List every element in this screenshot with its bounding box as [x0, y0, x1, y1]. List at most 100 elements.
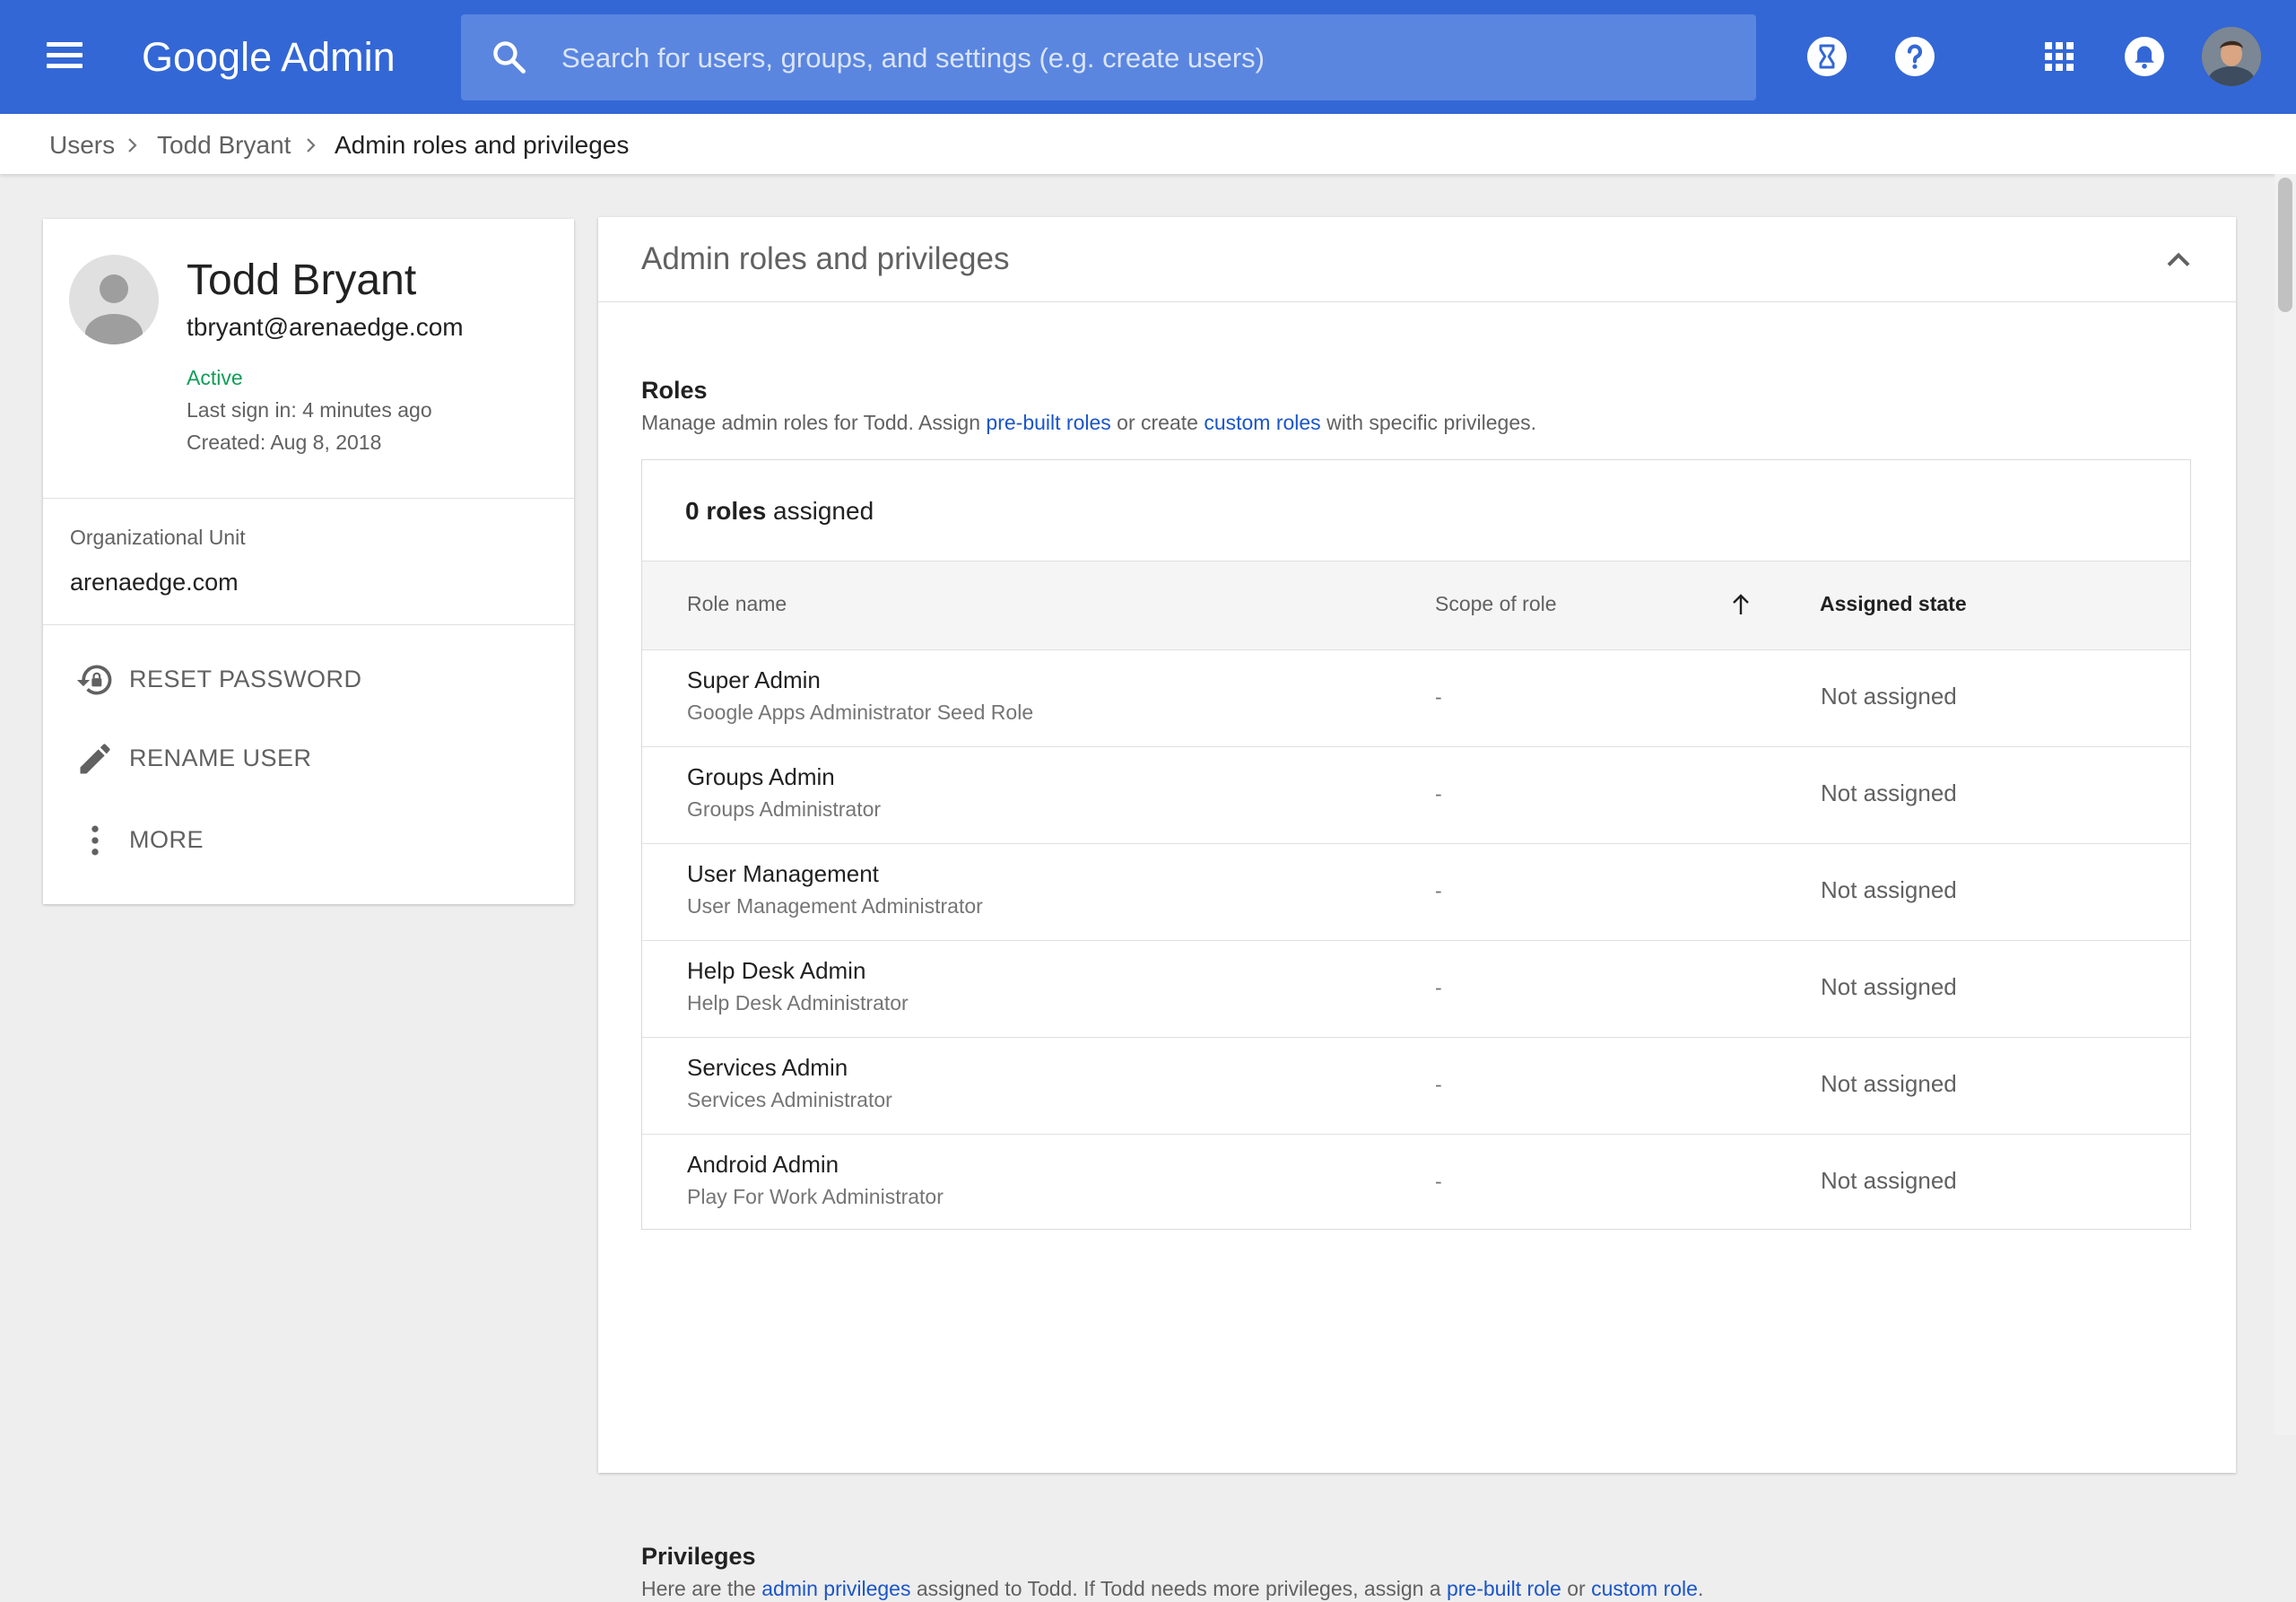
search-bar[interactable] [461, 14, 1756, 102]
user-avatar-placeholder [69, 255, 159, 344]
role-description: Google Apps Administrator Seed Role [687, 701, 1034, 724]
role-description: Groups Administrator [687, 797, 882, 821]
custom-roles-link[interactable]: custom roles [1204, 411, 1320, 434]
role-description: Services Administrator [687, 1088, 892, 1111]
search-input[interactable] [560, 14, 1729, 102]
roles-desc-text: Manage admin roles for Todd. Assign [641, 411, 987, 434]
role-assigned-state: Not assigned [1821, 779, 1957, 806]
scrollbar-thumb[interactable] [2278, 178, 2292, 312]
roles-table: 0 roles assigned Role name Scope of role… [641, 459, 2191, 1230]
role-name: Services Admin [687, 1054, 848, 1081]
role-name: Super Admin [687, 666, 821, 693]
top-app-bar: Google Admin [0, 0, 2296, 114]
privileges-desc-text: or [1561, 1577, 1592, 1600]
custom-role-link[interactable]: custom role [1591, 1577, 1698, 1600]
privileges-section-description: Here are the admin privileges assigned t… [641, 1575, 1703, 1602]
breadcrumb-current: Admin roles and privileges [335, 131, 630, 159]
role-assigned-state: Not assigned [1821, 876, 1957, 903]
table-header: Role name Scope of role Assigned state [642, 561, 2190, 650]
divider [43, 498, 574, 499]
divider [43, 624, 574, 625]
roles-count: 0 roles assigned [685, 496, 874, 527]
rename-user-button[interactable]: RENAME USER [43, 723, 574, 795]
help-icon[interactable] [1893, 35, 1936, 78]
lock-reset-icon [76, 665, 112, 695]
role-assigned-state: Not assigned [1821, 683, 1957, 710]
arrow-up-icon[interactable] [1729, 592, 1752, 617]
role-name: User Management [687, 860, 879, 887]
privileges-desc-text: Here are the [641, 1577, 762, 1600]
org-unit-value: arenaedge.com [70, 569, 239, 596]
admin-privileges-link[interactable]: admin privileges [761, 1577, 910, 1600]
privileges-desc-text: . [1697, 1577, 1704, 1600]
column-header-assigned-state[interactable]: Assigned state [1820, 590, 1967, 617]
reset-password-button[interactable]: RESET PASSWORD [43, 644, 574, 716]
privileges-section-title: Privileges [641, 1543, 756, 1570]
role-description: Help Desk Administrator [687, 991, 909, 1014]
breadcrumb-users[interactable]: Users [49, 130, 115, 161]
role-description: User Management Administrator [687, 894, 983, 918]
table-row[interactable]: Android Admin Play For Work Administrato… [642, 1134, 2190, 1231]
roles-count-number: 0 roles [685, 497, 767, 525]
column-header-scope[interactable]: Scope of role [1435, 590, 1557, 617]
search-icon[interactable] [490, 38, 529, 77]
reset-password-label: RESET PASSWORD [129, 666, 362, 692]
role-assigned-state: Not assigned [1821, 973, 1957, 1000]
role-scope: - [1435, 879, 1442, 902]
page-scrollbar[interactable] [2274, 174, 2296, 1435]
table-row[interactable]: Help Desk Admin Help Desk Administrator … [642, 940, 2190, 1038]
role-name: Android Admin [687, 1151, 839, 1178]
more-label: MORE [129, 826, 204, 853]
table-row[interactable]: User Management User Management Administ… [642, 843, 2190, 941]
role-scope: - [1435, 976, 1442, 999]
role-name: Groups Admin [687, 763, 835, 790]
apps-grid-icon[interactable] [2038, 35, 2081, 78]
more-button[interactable]: MORE [43, 805, 574, 876]
role-assigned-state: Not assigned [1821, 1070, 1957, 1097]
pre-built-roles-link[interactable]: pre-built roles [986, 411, 1110, 434]
roles-desc-text: or create [1110, 411, 1205, 434]
table-row[interactable]: Super Admin Google Apps Administrator Se… [642, 649, 2190, 747]
panel-title: Admin roles and privileges [641, 241, 1010, 276]
role-assigned-state: Not assigned [1821, 1167, 1957, 1194]
chevron-up-icon[interactable] [2159, 240, 2198, 280]
breadcrumb-user[interactable]: Todd Bryant [157, 130, 291, 161]
table-row[interactable]: Services Admin Services Administrator - … [642, 1037, 2190, 1135]
admin-roles-panel: Admin roles and privileges Roles Manage … [598, 217, 2236, 1600]
hourglass-icon[interactable] [1805, 35, 1848, 78]
rename-user-label: RENAME USER [129, 744, 312, 771]
last-sign-in: Last sign in: 4 minutes ago [187, 398, 432, 422]
menu-icon[interactable] [39, 36, 90, 79]
privileges-desc-text: assigned to Todd. If Todd needs more pri… [910, 1577, 1447, 1600]
chevron-right-icon [307, 138, 316, 152]
panel-header[interactable]: Admin roles and privileges [598, 217, 2236, 302]
pre-built-role-link[interactable]: pre-built role [1447, 1577, 1561, 1600]
roles-desc-text: with specific privileges. [1320, 411, 1536, 434]
table-row[interactable]: Groups Admin Groups Administrator - Not … [642, 746, 2190, 844]
role-description: Play For Work Administrator [687, 1185, 944, 1208]
pencil-icon [80, 744, 110, 774]
role-name: Help Desk Admin [687, 957, 866, 984]
column-header-role-name[interactable]: Role name [687, 590, 787, 617]
role-scope: - [1435, 685, 1442, 709]
notifications-bell-icon[interactable] [2123, 35, 2166, 78]
more-vertical-icon [91, 825, 99, 856]
user-name: Todd Bryant [187, 257, 417, 304]
user-summary-card: Todd Bryant tbryant@arenaedge.com Active… [43, 219, 574, 904]
role-scope: - [1435, 1073, 1442, 1096]
role-scope: - [1435, 782, 1442, 805]
chevron-right-icon [128, 138, 137, 152]
breadcrumb: Users Todd Bryant Admin roles and privil… [0, 114, 2296, 174]
role-scope: - [1435, 1170, 1442, 1193]
logo-google-text: Google [142, 34, 273, 80]
roles-section-description: Manage admin roles for Todd. Assign pre-… [641, 409, 1536, 436]
roles-section-title: Roles [641, 377, 708, 404]
account-avatar[interactable] [2202, 27, 2261, 86]
created-date: Created: Aug 8, 2018 [187, 431, 382, 454]
google-admin-logo[interactable]: Google Admin [142, 30, 396, 84]
org-unit-label: Organizational Unit [70, 526, 246, 549]
logo-admin-text: Admin [281, 34, 396, 80]
user-email: tbryant@arenaedge.com [187, 313, 464, 341]
user-status: Active [187, 366, 243, 389]
roles-count-suffix: assigned [766, 497, 874, 525]
